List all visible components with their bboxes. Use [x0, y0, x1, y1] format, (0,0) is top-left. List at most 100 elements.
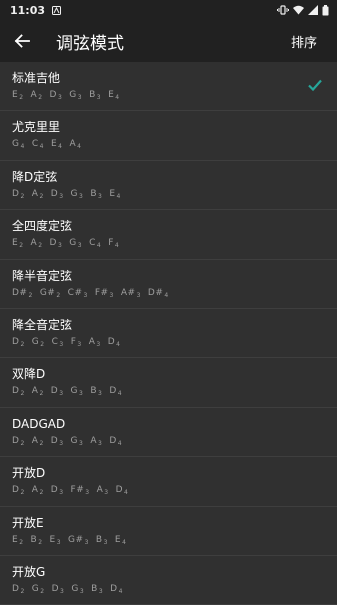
note-octave: 3	[104, 489, 109, 497]
note-octave: 3	[136, 291, 141, 299]
note-name: G	[70, 386, 79, 397]
note: D3	[51, 189, 64, 200]
note-name: F#	[94, 287, 109, 298]
note-name: G	[69, 238, 77, 249]
tuning-list-item[interactable]: 降D定弦 D2 A2 D3 G3 B3 E4	[0, 161, 337, 211]
note-octave: 2	[39, 390, 44, 398]
note: E4	[109, 188, 121, 200]
tuning-name: 开放G	[12, 564, 46, 579]
tuning-list-item[interactable]: 开放G D2 G2 D3 G3 B3 D4	[0, 556, 337, 605]
tuning-list-item[interactable]: 标准吉他 E2 A2 D3 G3 B3 E4	[0, 62, 337, 112]
note-name: E	[12, 238, 19, 249]
note-octave: 3	[98, 587, 104, 595]
note-octave: 3	[77, 340, 82, 348]
note-name: C	[51, 336, 59, 347]
note-name: G	[70, 188, 79, 199]
note-octave: 4	[116, 340, 121, 348]
note: A#3	[121, 288, 141, 299]
note-octave: 2	[39, 439, 44, 447]
note-name: D#	[147, 287, 164, 298]
note: E4	[108, 90, 120, 101]
tuning-notes: G4 C4 E4 A4	[12, 139, 337, 150]
note-octave: 3	[79, 439, 84, 447]
note: C4	[89, 238, 102, 250]
note-name: A	[30, 238, 38, 249]
note-name: A	[30, 90, 38, 100]
note-octave: 2	[38, 94, 43, 101]
note-octave: 3	[77, 94, 83, 101]
note: B3	[96, 535, 108, 546]
note-name: B	[89, 90, 96, 100]
tuning-name: 双降D	[12, 367, 46, 382]
tuning-list-item[interactable]: 降全音定弦 D2 G2 C3 F3 A3 D4	[0, 309, 337, 359]
note: C4	[31, 139, 44, 150]
note-octave: 3	[103, 538, 108, 546]
tuning-name: 标准吉他	[12, 71, 61, 85]
note-name: G	[71, 583, 79, 594]
note: D3	[50, 485, 64, 496]
note-name: E	[50, 139, 58, 150]
tuning-list-item[interactable]: 尤克里里 G4 C4 E4 A4	[0, 111, 337, 161]
note-name: B	[91, 583, 98, 594]
note-octave: 3	[60, 587, 65, 595]
note: D4	[109, 435, 122, 447]
note-name: B	[90, 386, 98, 397]
selected-check-icon	[308, 79, 322, 92]
note: E2	[12, 238, 24, 250]
status-icons	[277, 4, 329, 16]
tuning-list-item[interactable]: DADGAD D2 A2 D3 G3 A3 D4	[0, 408, 337, 458]
note: F4	[108, 238, 120, 250]
note: E4	[50, 139, 63, 150]
tuning-list-item[interactable]: 开放D D2 A2 D3 F#3 A3 D4	[0, 457, 337, 507]
note-octave: 2	[40, 340, 45, 348]
note-octave: 4	[20, 143, 25, 151]
note-octave: 2	[19, 242, 24, 250]
note-name: E	[12, 90, 19, 100]
note-name: G#	[68, 534, 84, 545]
status-bar: 11:03	[0, 0, 337, 20]
note: G#2	[40, 288, 61, 299]
tuning-name: 尤克里里	[12, 120, 61, 135]
note-octave: 2	[20, 439, 25, 447]
note-name: A	[31, 485, 39, 496]
note-name: C	[31, 139, 39, 150]
note: F#3	[70, 485, 90, 496]
note-octave: 3	[59, 340, 64, 348]
tuning-list-item[interactable]: 全四度定弦 E2 A2 D3 G3 C4 F4	[0, 210, 337, 260]
note-name: D	[110, 583, 118, 594]
note-name: G	[12, 139, 20, 150]
back-button[interactable]	[2, 20, 42, 62]
sort-button[interactable]: 排序	[291, 32, 317, 51]
notification-icon	[52, 5, 62, 15]
note-name: F#	[70, 485, 85, 496]
tuning-list-item[interactable]: 开放E E2 B2 E3 G#3 B3 E4	[0, 507, 337, 556]
note-octave: 2	[20, 390, 25, 398]
tuning-notes: D#2 G#2 C#3 F#3 A#3 D#4	[12, 288, 337, 299]
note: A4	[69, 139, 81, 150]
tuning-notes: D2 A2 D3 G3 A3 D4	[12, 436, 337, 447]
note-name: E	[109, 188, 116, 199]
note-octave: 4	[116, 192, 121, 200]
tuning-name: 开放E	[12, 515, 44, 530]
tuning-notes: D2 A2 D3 F#3 A3 D4	[12, 485, 337, 496]
tuning-list-item[interactable]: 双降D D2 A2 D3 G3 B3 D4	[0, 358, 337, 408]
note: G3	[70, 386, 84, 397]
note-octave: 3	[98, 192, 103, 200]
note-octave: 4	[96, 242, 102, 250]
note-octave: 3	[56, 538, 62, 546]
note-name: D	[109, 435, 117, 446]
note: G3	[71, 583, 84, 595]
note-name: G	[70, 435, 79, 446]
tuning-list-item[interactable]: 降半音定弦 D#2 G#2 C#3 F#3 A#3 D#4	[0, 260, 337, 309]
note-name: G	[31, 583, 40, 594]
note-name: D	[115, 485, 124, 496]
tuning-name: 全四度定弦	[12, 219, 73, 234]
note: D2	[12, 436, 25, 447]
note-name: B	[30, 534, 38, 545]
note: A2	[32, 386, 44, 398]
note-octave: 2	[20, 489, 25, 497]
note-octave: 4	[114, 242, 120, 250]
note-name: D	[50, 485, 59, 496]
note: D4	[108, 337, 121, 348]
note: C3	[51, 336, 64, 348]
